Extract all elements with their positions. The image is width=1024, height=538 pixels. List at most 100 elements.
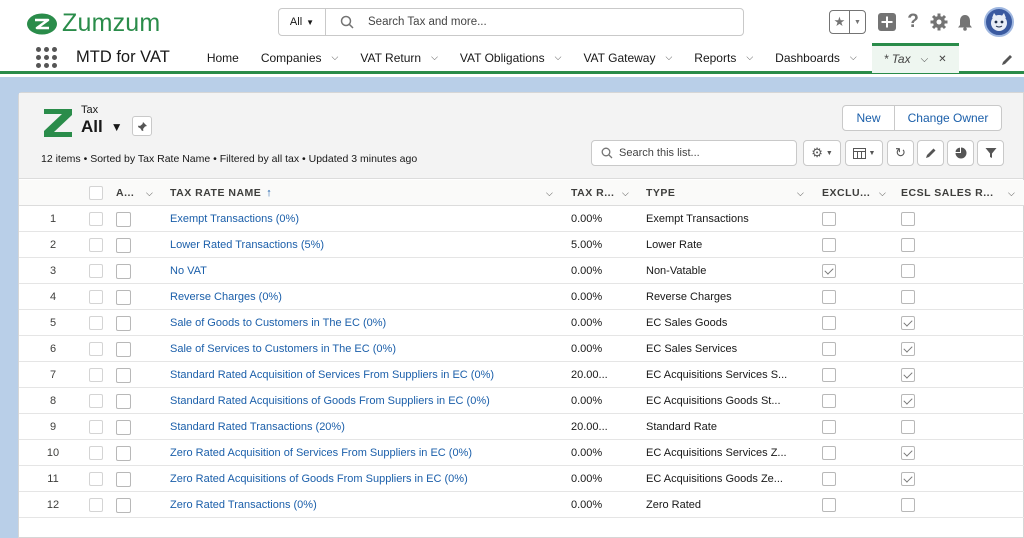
row-select-checkbox[interactable] [89, 206, 103, 232]
column-type[interactable]: TYPE ⌵ [646, 180, 812, 206]
table-row[interactable]: 4 Reverse Charges (0%) 0.00% Reverse Cha… [19, 284, 1024, 310]
table-row[interactable]: 1 Exempt Transactions (0%) 0.00% Exempt … [19, 206, 1024, 232]
row-a-checkbox[interactable] [116, 466, 131, 492]
column-ecsl-sales[interactable]: ECSL SALES R... ⌵ [901, 180, 1023, 206]
nav-item-vat-obligations[interactable]: VAT Obligations ⌵ [449, 44, 573, 71]
row-a-checkbox[interactable] [116, 258, 131, 284]
app-launcher-icon[interactable] [36, 47, 58, 69]
tax-rate-name-link[interactable]: Standard Rated Acquisition of Services F… [170, 362, 565, 388]
chevron-down-icon[interactable]: ⌵ [850, 52, 857, 63]
row-select-checkbox[interactable] [89, 336, 103, 362]
table-row[interactable]: 12 Zero Rated Transactions (0%) 0.00% Ze… [19, 492, 1024, 518]
row-a-checkbox[interactable] [116, 388, 131, 414]
row-select-checkbox[interactable] [89, 362, 103, 388]
row-select-checkbox[interactable] [89, 388, 103, 414]
table-row[interactable]: 8 Standard Rated Acquisitions of Goods F… [19, 388, 1024, 414]
chevron-down-icon[interactable]: ⌵ [146, 188, 153, 199]
table-row[interactable]: 9 Standard Rated Transactions (20%) 20.0… [19, 414, 1024, 440]
tax-rate-name-link[interactable]: Reverse Charges (0%) [170, 284, 565, 310]
chevron-down-icon[interactable]: ⌵ [431, 52, 438, 63]
change-owner-button[interactable]: Change Owner [895, 106, 1001, 130]
user-avatar[interactable] [984, 7, 1014, 37]
list-settings-button[interactable]: ⚙ ▼ [803, 140, 841, 166]
column-a[interactable]: A... ⌵ [116, 180, 161, 206]
row-a-checkbox[interactable] [116, 336, 131, 362]
tax-rate-name-link[interactable]: Sale of Services to Customers in The EC … [170, 336, 565, 362]
row-select-checkbox[interactable] [89, 258, 103, 284]
row-a-checkbox[interactable] [116, 206, 131, 232]
charts-button[interactable] [947, 140, 974, 166]
global-create-button[interactable] [874, 9, 900, 35]
column-tax-rate-name[interactable]: TAX RATE NAME ↑ ⌵ [170, 180, 560, 206]
chevron-down-icon[interactable]: ⌵ [555, 52, 562, 63]
select-all-checkbox[interactable] [89, 180, 103, 206]
table-row[interactable]: 3 No VAT 0.00% Non-Vatable [19, 258, 1024, 284]
table-row[interactable]: 7 Standard Rated Acquisition of Services… [19, 362, 1024, 388]
tax-rate-name-link[interactable]: Zero Rated Acquisitions of Goods From Su… [170, 466, 565, 492]
help-button[interactable]: ? [900, 9, 926, 35]
pin-list-view-button[interactable] [132, 116, 152, 136]
table-row[interactable]: 11 Zero Rated Acquisitions of Goods From… [19, 466, 1024, 492]
tax-rate-name-link[interactable]: Exempt Transactions (0%) [170, 206, 565, 232]
refresh-button[interactable]: ↻ [887, 140, 914, 166]
column-exclu[interactable]: EXCLU... ⌵ [822, 180, 892, 206]
chevron-down-icon[interactable]: ⌵ [797, 188, 804, 199]
star-icon[interactable]: ★ [830, 11, 850, 33]
table-row[interactable]: 10 Zero Rated Acquisition of Services Fr… [19, 440, 1024, 466]
caret-down-icon[interactable]: ▼ [850, 19, 865, 26]
tax-rate-name-link[interactable]: Standard Rated Acquisitions of Goods Fro… [170, 388, 565, 414]
row-a-checkbox[interactable] [116, 440, 131, 466]
nav-item-vat-gateway[interactable]: VAT Gateway ⌵ [572, 44, 683, 71]
row-select-checkbox[interactable] [89, 284, 103, 310]
nav-item-dashboards[interactable]: Dashboards ⌵ [764, 44, 868, 71]
notifications-button[interactable] [952, 9, 978, 35]
row-select-checkbox[interactable] [89, 440, 103, 466]
new-button[interactable]: New [843, 106, 895, 130]
tax-rate-name-link[interactable]: Zero Rated Transactions (0%) [170, 492, 565, 518]
row-a-checkbox[interactable] [116, 362, 131, 388]
chevron-down-icon[interactable]: ⌵ [665, 52, 672, 63]
row-select-checkbox[interactable] [89, 310, 103, 336]
row-select-checkbox[interactable] [89, 414, 103, 440]
nav-item-vat-return[interactable]: VAT Return ⌵ [349, 44, 449, 71]
row-select-checkbox[interactable] [89, 466, 103, 492]
row-a-checkbox[interactable] [116, 310, 131, 336]
row-a-checkbox[interactable] [116, 284, 131, 310]
list-search-input[interactable]: Search this list... [591, 140, 797, 166]
chevron-down-icon[interactable]: ⌵ [879, 188, 886, 199]
row-a-checkbox[interactable] [116, 492, 131, 518]
global-search[interactable]: All ▼ Search Tax and more... [278, 8, 744, 36]
chevron-down-icon[interactable]: ⌵ [1008, 188, 1015, 199]
chevron-down-icon[interactable]: ⌵ [546, 188, 553, 199]
favorites-button[interactable]: ★ ▼ [829, 10, 866, 34]
column-tax-rate[interactable]: TAX R... ⌵ [571, 180, 636, 206]
tax-rate-name-link[interactable]: No VAT [170, 258, 565, 284]
row-a-checkbox[interactable] [116, 414, 131, 440]
nav-item-home[interactable]: Home [196, 44, 250, 71]
table-row[interactable]: 5 Sale of Goods to Customers in The EC (… [19, 310, 1024, 336]
list-view-selector[interactable]: All ▼ [81, 117, 123, 137]
close-icon[interactable]: ✕ [938, 54, 946, 65]
tab-tax[interactable]: * Tax ⌵ ✕ [871, 42, 959, 73]
edit-nav-icon[interactable] [1000, 53, 1014, 67]
table-row[interactable]: 2 Lower Rated Transactions (5%) 5.00% Lo… [19, 232, 1024, 258]
tax-rate-name-link[interactable]: Zero Rated Acquisition of Services From … [170, 440, 565, 466]
setup-button[interactable] [926, 9, 952, 35]
brand-logo[interactable]: Zumzum [26, 9, 160, 38]
row-select-checkbox[interactable] [89, 492, 103, 518]
nav-item-companies[interactable]: Companies ⌵ [250, 44, 350, 71]
table-row[interactable]: 6 Sale of Services to Customers in The E… [19, 336, 1024, 362]
search-scope-dropdown[interactable]: All ▼ [279, 9, 326, 35]
tax-rate-name-link[interactable]: Sale of Goods to Customers in The EC (0%… [170, 310, 565, 336]
chevron-down-icon[interactable]: ⌵ [622, 188, 629, 199]
filter-button[interactable] [977, 140, 1004, 166]
chevron-down-icon[interactable]: ⌵ [746, 52, 753, 63]
row-select-checkbox[interactable] [89, 232, 103, 258]
chevron-down-icon[interactable]: ⌵ [921, 54, 929, 65]
tax-rate-name-link[interactable]: Standard Rated Transactions (20%) [170, 414, 565, 440]
row-a-checkbox[interactable] [116, 232, 131, 258]
display-as-button[interactable]: ▼ [845, 140, 883, 166]
search-input[interactable]: Search Tax and more... [368, 16, 487, 28]
inline-edit-button[interactable] [917, 140, 944, 166]
chevron-down-icon[interactable]: ⌵ [332, 52, 339, 63]
